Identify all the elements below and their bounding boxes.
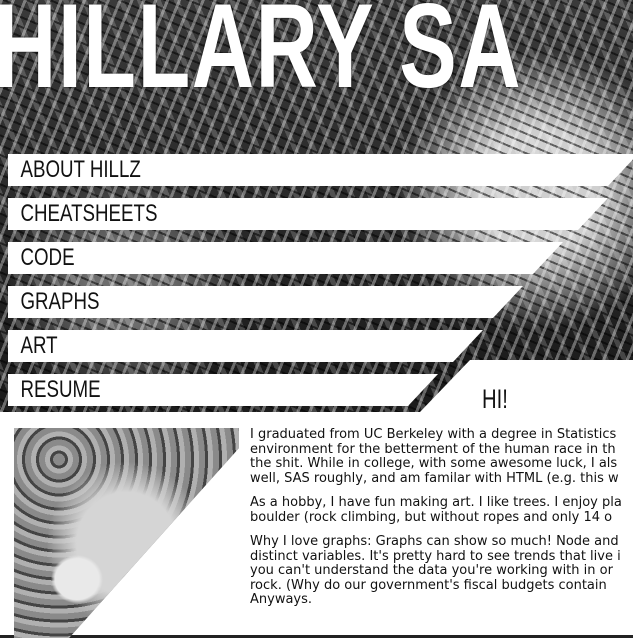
intro-text: I graduated from UC Berkeley with a degr… — [250, 427, 633, 618]
paragraph-graphs: Why I love graphs: Graphs can show so mu… — [250, 534, 633, 608]
text-line: As a hobby, I have fun making art. I lik… — [250, 495, 622, 510]
nav-item-resume[interactable]: RESUME — [8, 374, 438, 406]
nav-item-about[interactable]: ABOUT HILLZ — [8, 154, 633, 186]
text-line: the shit. While in college, with some aw… — [250, 456, 618, 471]
text-line: you can't understand the data you're wor… — [250, 563, 613, 578]
text-line: distinct variables. It's pretty hard to … — [250, 548, 621, 564]
paragraph-hobby: As a hobby, I have fun making art. I lik… — [250, 495, 633, 525]
nav-item-label: CODE — [20, 244, 75, 271]
page-heading: HI! — [482, 384, 508, 414]
nav-item-graphs[interactable]: GRAPHS — [8, 286, 523, 318]
text-line: environment for the betterment of the hu… — [250, 441, 616, 457]
nav-item-art[interactable]: ART — [8, 330, 483, 362]
nav-item-cheatsheets[interactable]: CHEATSHEETS — [8, 198, 608, 230]
text-line: Anyways. — [250, 592, 313, 607]
nav-item-label: CHEATSHEETS — [20, 200, 158, 227]
nav-item-label: ABOUT HILLZ — [20, 156, 141, 183]
text-line: Why I love graphs: Graphs can show so mu… — [250, 534, 619, 549]
nav-item-code[interactable]: CODE — [8, 242, 563, 274]
nav-item-label: RESUME — [20, 376, 101, 403]
text-line: well, SAS roughly, and am familar with H… — [250, 470, 619, 486]
text-line: rock. (Why do our government's fiscal bu… — [250, 577, 607, 593]
text-line: I graduated from UC Berkeley with a degr… — [250, 427, 617, 442]
nav-item-label: GRAPHS — [20, 288, 100, 315]
text-line: boulder (rock climbing, but without rope… — [250, 509, 613, 525]
paragraph-education: I graduated from UC Berkeley with a degr… — [250, 427, 633, 486]
nav-item-label: ART — [20, 332, 58, 359]
main-nav: ABOUT HILLZ CHEATSHEETS CODE GRAPHS ART … — [0, 0, 633, 420]
